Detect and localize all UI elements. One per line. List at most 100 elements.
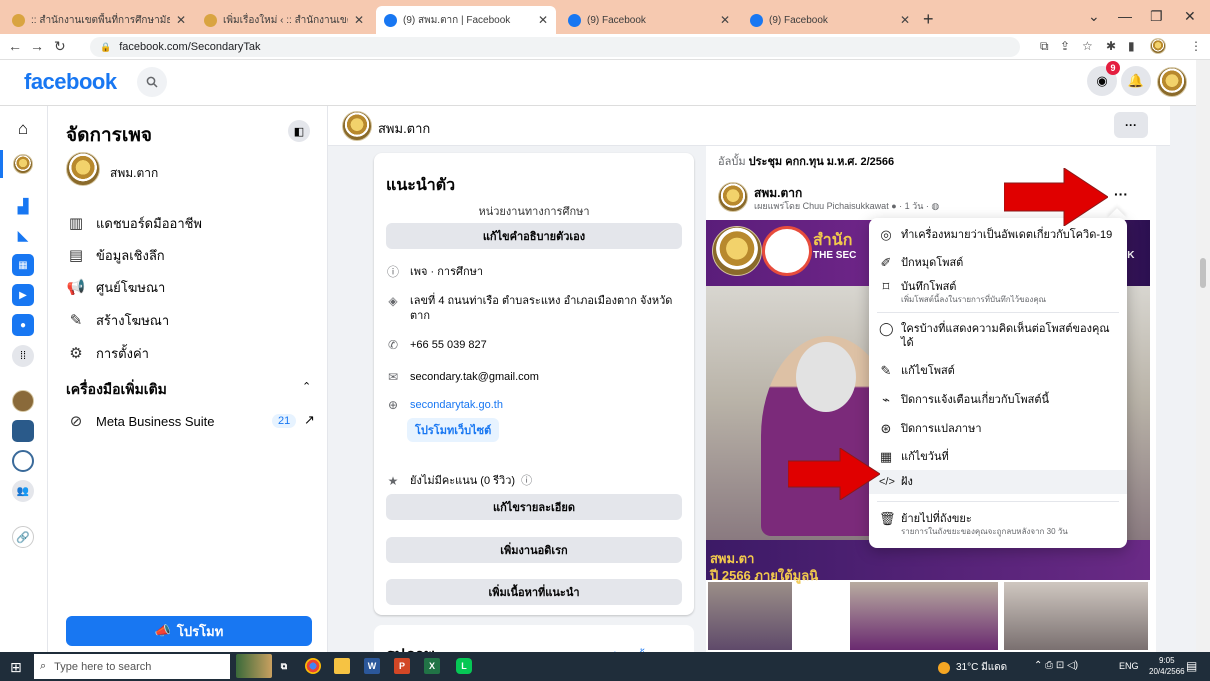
sidepanel-icon[interactable]: ▮ [1128, 39, 1135, 53]
browser-tab[interactable]: เพิ่มเรื่องใหม่ ‹ :: สำนักงานเขตพื้นที่ก… [196, 6, 372, 34]
chevron-up-icon[interactable]: ⌃ [302, 380, 311, 393]
forward-arrow-icon[interactable]: → [30, 38, 44, 54]
photo-thumbnail[interactable] [848, 580, 1000, 652]
website-link[interactable]: secondarytak.go.th [410, 398, 503, 413]
browser-tab[interactable]: :: สำนักงานเขตพื้นที่การศึกษามัธยมศึ ✕ [4, 6, 194, 34]
groups-icon[interactable]: 👥 [12, 480, 34, 502]
close-tab-icon[interactable]: ✕ [900, 13, 910, 27]
browser-tab[interactable]: (9) Facebook ✕ [560, 6, 738, 34]
dashboard-icon[interactable]: ▦ [12, 254, 34, 276]
menu-item-save-post[interactable]: ⌑ บันทึกโพสต์ เพิ่มโพสต์นี้ลงในรายการที่… [869, 280, 1127, 305]
add-featured-button[interactable]: เพิ่มเนื้อหาที่แนะนำ [386, 579, 682, 605]
restore-icon[interactable]: ❐ [1150, 8, 1163, 25]
notification-center-icon[interactable]: ▤ [1186, 659, 1197, 673]
photo-thumbnail[interactable] [706, 580, 794, 652]
post-time[interactable]: 1 วัน [905, 201, 924, 211]
insights-icon[interactable]: ▟ [12, 195, 34, 217]
page-name[interactable]: สพม.ตาก [378, 118, 430, 139]
story-icon[interactable] [12, 450, 34, 472]
sidebar-item-meta-business-suite[interactable]: ⊘ Meta Business Suite [66, 408, 215, 434]
page-avatar[interactable] [342, 111, 372, 141]
file-explorer-icon[interactable] [334, 658, 350, 674]
page-scrollbar[interactable] [1196, 60, 1210, 652]
menu-item-turn-off-translation[interactable]: ⊛ ปิดการแปลภาษา [869, 422, 1127, 436]
chrome-icon[interactable] [305, 658, 321, 674]
minimize-icon[interactable]: — [1118, 8, 1132, 24]
menu-item-pin-post[interactable]: ✐ ปักหมุดโพสต์ [869, 256, 1127, 270]
info-icon[interactable]: ⓘ [521, 474, 532, 489]
close-tab-icon[interactable]: ✕ [354, 13, 364, 27]
video-icon[interactable]: ▶ [12, 284, 34, 306]
more-apps-icon[interactable]: ⁞⁞ [12, 345, 34, 367]
email-text[interactable]: secondary.tak@gmail.com [410, 370, 539, 385]
weather-widget[interactable]: 31°C มีแดด [938, 660, 1007, 675]
notifications-bell-icon[interactable]: 🔔 [1121, 66, 1151, 96]
scrollbar-thumb[interactable] [1200, 258, 1206, 288]
photo-thumbnail[interactable] [1002, 580, 1150, 652]
share-icon[interactable]: ⇪ [1060, 39, 1070, 53]
taskbar-clock[interactable]: 9:05 20/4/2566 [1149, 655, 1185, 677]
edit-details-button[interactable]: แก้ไขรายละเอียด [386, 494, 682, 520]
close-window-icon[interactable]: ✕ [1184, 8, 1196, 25]
close-tab-icon[interactable]: ✕ [538, 13, 548, 27]
language-indicator[interactable]: ENG [1119, 661, 1139, 671]
menu-item-move-to-trash[interactable]: 🗑 ย้ายไปที่ถังขยะ รายการในถังขยะของคุณจะ… [869, 512, 1127, 537]
album-name[interactable]: ประชุม คกก.ทุน ม.ห.ศ. 2/2566 [749, 156, 895, 168]
promote-button[interactable]: 📣 โปรโมท [66, 616, 312, 646]
news-widget-icon[interactable] [236, 654, 272, 678]
add-hobbies-button[interactable]: เพิ่มงานอดิเรก [386, 537, 682, 563]
browser-tab-active[interactable]: (9) สพม.ตาก | Facebook ✕ [376, 6, 556, 34]
line-app-icon[interactable]: L [456, 658, 472, 674]
facebook-logo[interactable]: facebook [24, 69, 117, 95]
extensions-icon[interactable]: ✱ [1106, 39, 1116, 53]
account-avatar[interactable] [1157, 67, 1187, 97]
edit-bio-button[interactable]: แก้ไขคำอธิบายตัวเอง [386, 223, 682, 249]
close-tab-icon[interactable]: ✕ [176, 13, 186, 27]
address-bar[interactable]: 🔒 facebook.com/SecondaryTak [90, 37, 1020, 57]
chrome-menu-icon[interactable]: ⋮ [1190, 39, 1202, 53]
task-view-icon[interactable]: ⧉ [276, 658, 292, 674]
published-by[interactable]: เผยแพร่โดย Chuu Pichaisukkawat [754, 201, 889, 211]
page-profile-avatar[interactable] [66, 152, 100, 186]
sidebar-item-ad-center[interactable]: 📢 ศูนย์โฆษณา [66, 274, 166, 300]
sidebar-item-professional-dashboard[interactable]: ▥ แดชบอร์ดมืออาชีพ [66, 210, 202, 236]
windows-start-icon[interactable]: ⊞ [10, 659, 22, 676]
sidebar-item-insights[interactable]: ▤ ข้อมูลเชิงลึก [66, 242, 165, 268]
menu-item-embed[interactable]: </> ฝัง [869, 470, 1127, 494]
link-icon[interactable]: 🔗 [12, 526, 34, 548]
gaming-icon[interactable]: ● [12, 314, 34, 336]
photo-thumb-icon[interactable] [12, 420, 34, 442]
sidebar-item-settings[interactable]: ⚙ การตั้งค่า [66, 340, 149, 366]
taskbar-search-box[interactable]: ⌕ Type here to search [34, 654, 230, 679]
menu-item-turn-off-notifications[interactable]: ⌁ ปิดการแจ้งเตือนเกี่ยวกับโพสต์นี้ [869, 393, 1127, 407]
browser-tab[interactable]: (9) Facebook ✕ [742, 6, 918, 34]
more-options-button[interactable]: ··· [1114, 112, 1148, 138]
bookmark-star-icon[interactable]: ☆ [1082, 39, 1093, 53]
profile-avatar[interactable] [1150, 38, 1166, 54]
address-text[interactable]: เลขที่ 4 ถนนท่าเรือ ตำบลระแหง อำเภอเมือง… [410, 294, 682, 324]
menu-item-who-can-comment[interactable]: ◯ ใครบ้างที่แสดงความคิดเห็นต่อโพสต์ของคุ… [869, 322, 1127, 350]
install-app-icon[interactable]: ⧉ [1040, 39, 1049, 54]
new-tab-button[interactable]: + [923, 9, 934, 30]
menu-item-covid-update[interactable]: ◎ ทำเครื่องหมายว่าเป็นอัพเดตเกี่ยวกับโคว… [869, 228, 1127, 242]
phone-text[interactable]: +66 55 039 827 [410, 338, 487, 353]
menu-item-edit-date[interactable]: ▦ แก้ไขวันที่ [869, 450, 1127, 464]
back-arrow-icon[interactable]: ← [8, 38, 22, 54]
post-author-avatar[interactable] [718, 182, 748, 212]
promote-website-button[interactable]: โปรโมทเว็บไซต์ [407, 418, 500, 442]
menu-item-edit-post[interactable]: ✎ แก้ไขโพสต์ [869, 364, 1127, 378]
powerpoint-icon[interactable]: P [394, 658, 410, 674]
home-icon[interactable]: ⌂ [12, 118, 34, 140]
sidebar-page-name[interactable]: สพม.ตาก [110, 164, 158, 183]
excel-icon[interactable]: X [424, 658, 440, 674]
collapse-sidebar-icon[interactable]: ◧ [288, 120, 310, 142]
word-icon[interactable]: W [364, 658, 380, 674]
megaphone-icon[interactable]: ◣ [12, 224, 34, 246]
page-avatar[interactable] [13, 154, 33, 174]
group-avatar[interactable] [12, 390, 34, 412]
close-tab-icon[interactable]: ✕ [720, 13, 730, 27]
reload-icon[interactable]: ↻ [54, 38, 66, 55]
sidebar-item-create-ads[interactable]: ✎ สร้างโฆษณา [66, 307, 169, 333]
search-icon[interactable] [137, 67, 167, 97]
system-tray-icons[interactable]: ⌃ ⎙ ⊡ ◁) [1034, 660, 1078, 671]
